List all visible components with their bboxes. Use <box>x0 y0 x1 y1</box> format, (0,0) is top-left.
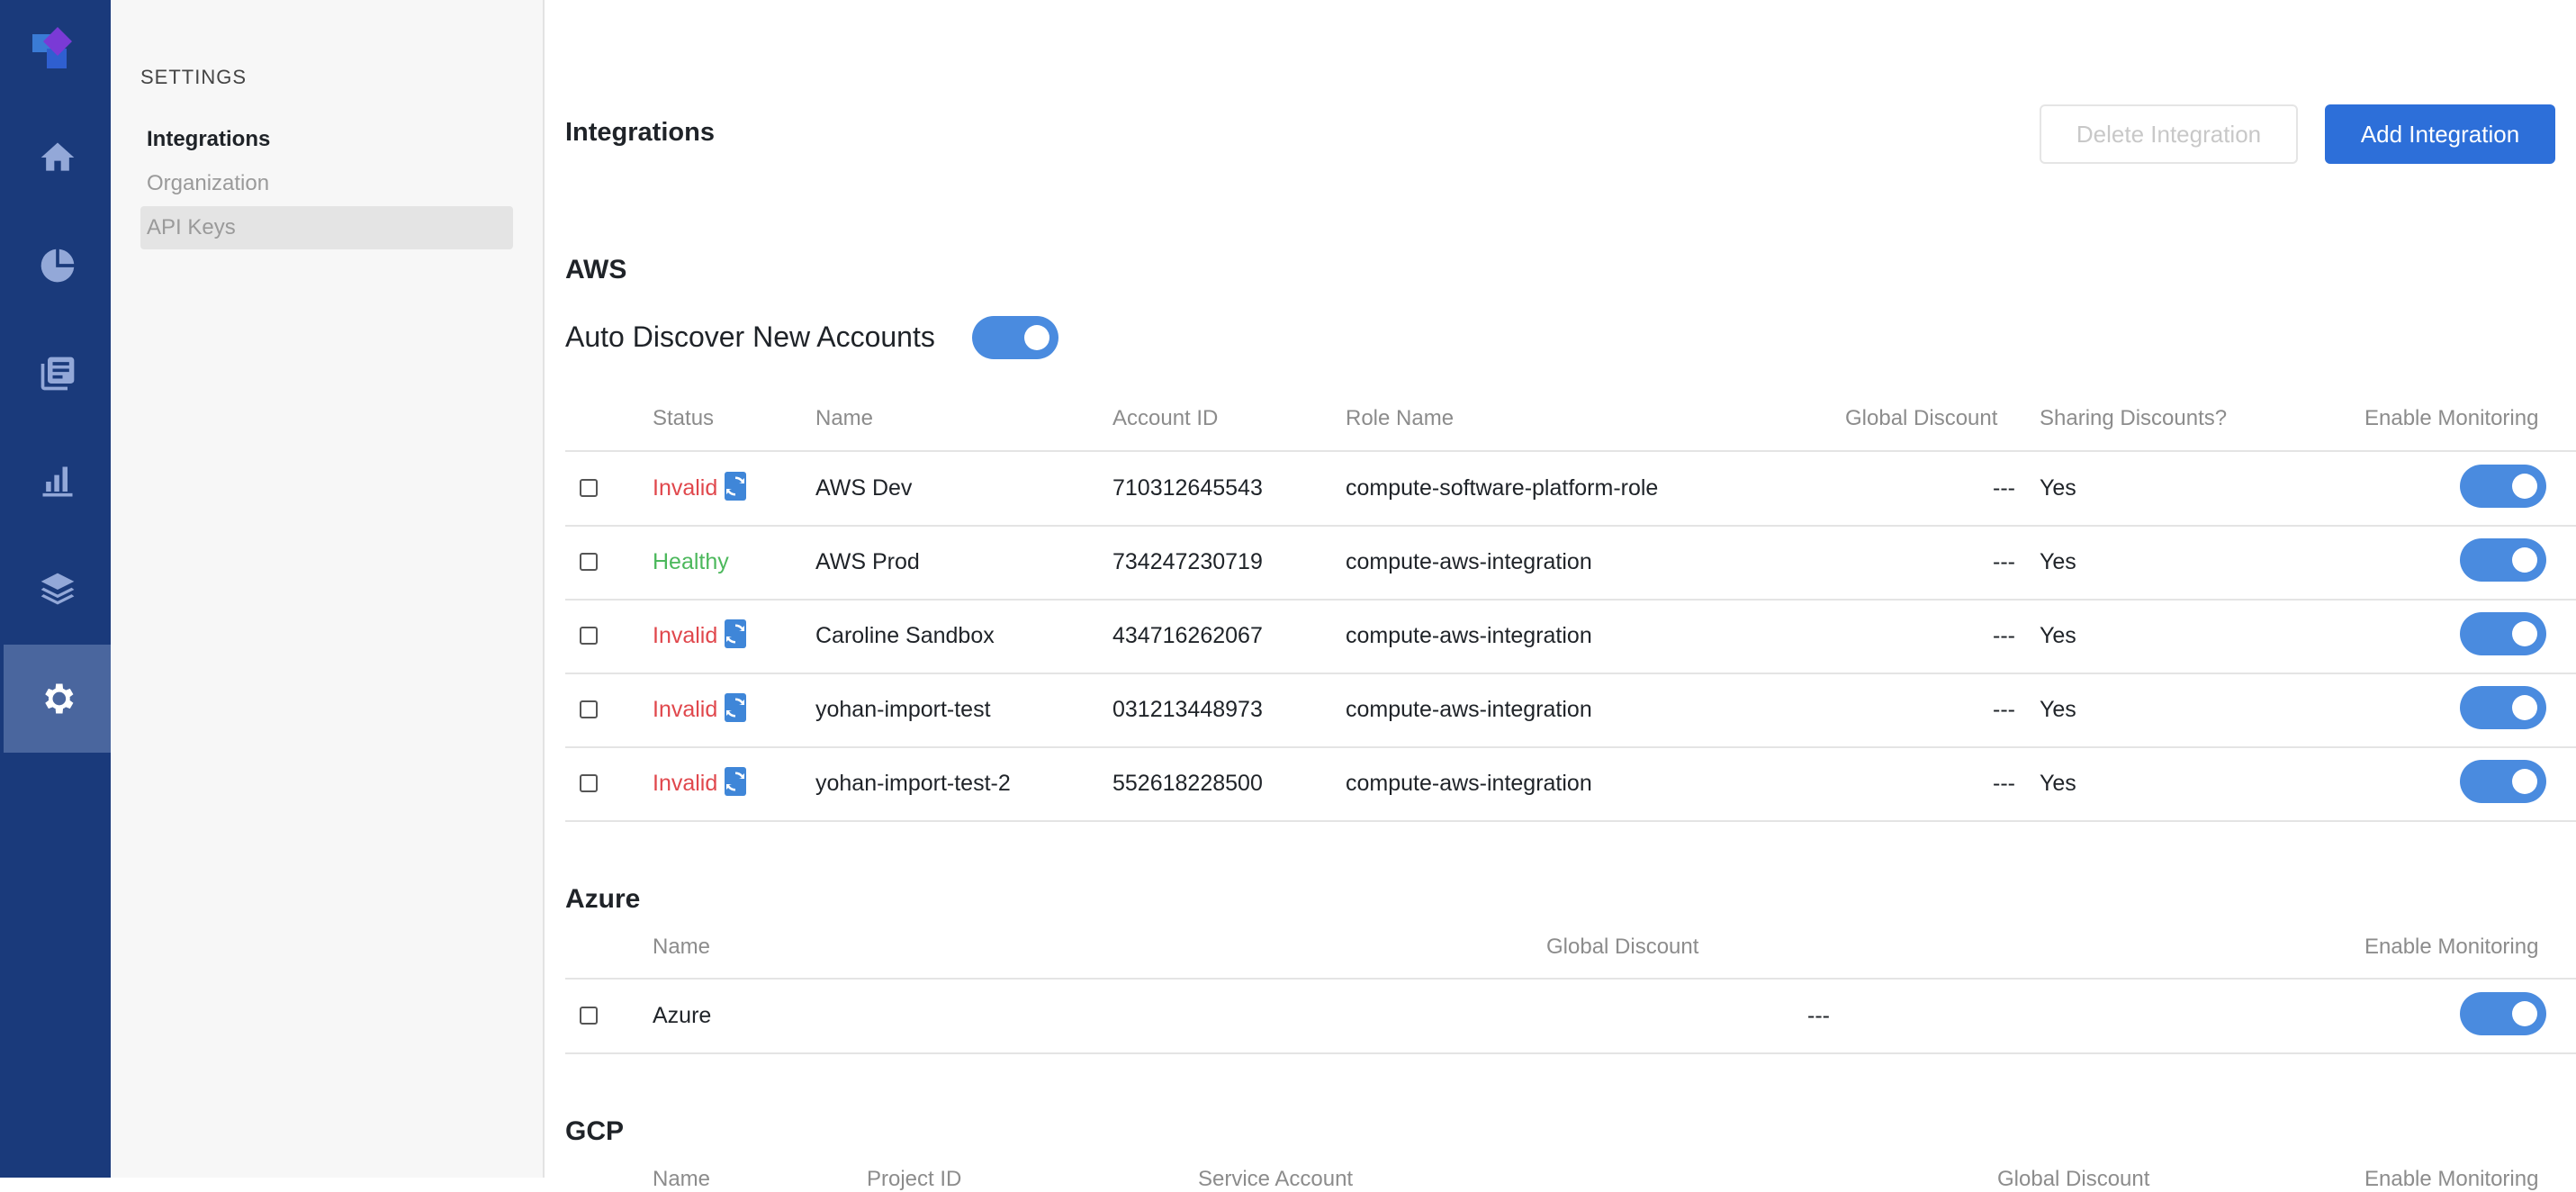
gcp-col-project-id: Project ID <box>867 1167 962 1191</box>
role-cell: compute-aws-integration <box>1346 623 1592 648</box>
account-id-cell: 031213448973 <box>1112 697 1263 722</box>
nav-settings[interactable] <box>4 645 111 753</box>
azure-col-global-discount: Global Discount <box>1546 935 1699 959</box>
auto-discover-label: Auto Discover New Accounts <box>565 321 935 353</box>
monitoring-toggle[interactable] <box>2460 538 2546 582</box>
name-cell: AWS Dev <box>815 475 913 501</box>
sidebar-item-organization[interactable]: Organization <box>140 162 513 205</box>
discount-cell: --- <box>1993 697 2015 722</box>
role-cell: compute-aws-integration <box>1346 549 1592 574</box>
account-id-cell: 552618228500 <box>1112 771 1263 796</box>
refresh-icon[interactable] <box>725 693 747 723</box>
account-id-cell: 434716262067 <box>1112 623 1263 648</box>
aws-col-sharing-discounts: Sharing Discounts? <box>2040 406 2228 430</box>
nav-metrics[interactable] <box>4 428 111 536</box>
table-row: Invalid yohan-import-test 031213448973 c… <box>565 673 2576 748</box>
aws-col-enable-monitoring: Enable Monitoring <box>2364 406 2539 430</box>
bar-chart-icon <box>42 466 72 497</box>
settings-sidebar: SETTINGS Integrations Organization API K… <box>111 0 545 1178</box>
status-text: Invalid <box>653 623 718 648</box>
sharing-cell: Yes <box>2040 623 2076 648</box>
row-checkbox[interactable] <box>580 700 598 718</box>
add-integration-button[interactable]: Add Integration <box>2325 104 2555 164</box>
status-text: Invalid <box>653 771 718 796</box>
name-cell: Caroline Sandbox <box>815 623 995 648</box>
role-cell: compute-software-platform-role <box>1346 475 1659 501</box>
aws-col-name: Name <box>815 406 874 430</box>
monitoring-toggle[interactable] <box>2460 612 2546 655</box>
monitoring-toggle[interactable] <box>2460 686 2546 729</box>
pie-chart-icon <box>41 248 74 283</box>
aws-col-role-name: Role Name <box>1346 406 1455 430</box>
home-icon <box>41 142 74 171</box>
gcp-col-service-account: Service Account <box>1198 1167 1354 1191</box>
discount-cell: --- <box>1993 623 2015 648</box>
name-cell: yohan-import-test <box>815 697 991 722</box>
aws-col-status: Status <box>653 406 715 430</box>
role-cell: compute-aws-integration <box>1346 697 1592 722</box>
sharing-cell: Yes <box>2040 549 2076 574</box>
name-cell: yohan-import-test-2 <box>815 771 1011 796</box>
layers-icon <box>41 573 74 605</box>
name-cell: AWS Prod <box>815 549 920 574</box>
row-checkbox[interactable] <box>580 774 598 792</box>
account-id-cell: 734247230719 <box>1112 549 1263 574</box>
nav-reports[interactable] <box>4 320 111 428</box>
status-text: Healthy <box>653 549 729 574</box>
monitoring-toggle[interactable] <box>2460 760 2546 803</box>
documents-icon <box>41 357 74 391</box>
sharing-cell: Yes <box>2040 475 2076 501</box>
gear-icon <box>44 683 73 714</box>
discount-cell: --- <box>1993 475 2015 501</box>
nav-rail <box>0 0 111 1178</box>
azure-col-enable-monitoring: Enable Monitoring <box>2364 935 2539 959</box>
role-cell: compute-aws-integration <box>1346 771 1592 796</box>
page-title: Integrations <box>565 118 715 147</box>
discount-cell: --- <box>1993 549 2015 574</box>
table-row: Azure --- <box>565 979 2576 1054</box>
table-row: Invalid AWS Dev 710312645543 compute-sof… <box>565 451 2576 527</box>
logo-icon[interactable] <box>32 27 79 74</box>
main-content: Integrations Delete Integration Add Inte… <box>545 0 2576 1191</box>
nav-analytics[interactable] <box>4 212 111 320</box>
nav-resources[interactable] <box>4 536 111 644</box>
gcp-section-title: GCP <box>565 1116 625 1146</box>
azure-section-title: Azure <box>565 884 641 914</box>
name-cell: Azure <box>653 1003 712 1028</box>
aws-col-account-id: Account ID <box>1112 406 1219 430</box>
gcp-col-enable-monitoring: Enable Monitoring <box>2364 1167 2539 1191</box>
row-checkbox[interactable] <box>580 627 598 645</box>
row-checkbox[interactable] <box>580 553 598 571</box>
row-checkbox[interactable] <box>580 1007 598 1025</box>
sidebar-item-api-keys[interactable]: API Keys <box>140 206 513 249</box>
aws-section-title: AWS <box>565 255 627 284</box>
azure-col-name: Name <box>653 935 711 959</box>
refresh-icon[interactable] <box>725 619 747 649</box>
delete-integration-button[interactable]: Delete Integration <box>2040 104 2298 164</box>
account-id-cell: 710312645543 <box>1112 475 1263 501</box>
discount-cell: --- <box>1993 771 2015 796</box>
row-checkbox[interactable] <box>580 479 598 497</box>
table-row: Invalid Caroline Sandbox 434716262067 co… <box>565 599 2576 674</box>
status-text: Invalid <box>653 475 718 501</box>
table-row: Healthy AWS Prod 734247230719 compute-aw… <box>565 525 2576 601</box>
refresh-icon[interactable] <box>725 472 747 501</box>
gcp-col-global-discount: Global Discount <box>1997 1167 2150 1191</box>
sharing-cell: Yes <box>2040 771 2076 796</box>
discount-cell: --- <box>1807 1003 1830 1028</box>
refresh-icon[interactable] <box>725 767 747 797</box>
status-text: Invalid <box>653 697 718 722</box>
sidebar-caption: SETTINGS <box>140 66 248 88</box>
sidebar-item-integrations[interactable]: Integrations <box>140 118 513 161</box>
gcp-col-name: Name <box>653 1167 711 1191</box>
table-row: Invalid yohan-import-test-2 552618228500… <box>565 746 2576 822</box>
sharing-cell: Yes <box>2040 697 2076 722</box>
monitoring-toggle[interactable] <box>2460 992 2546 1035</box>
aws-col-global-discount: Global Discount <box>1845 406 1998 430</box>
monitoring-toggle[interactable] <box>2460 465 2546 508</box>
nav-home[interactable] <box>4 104 111 212</box>
auto-discover-toggle[interactable] <box>972 316 1058 359</box>
